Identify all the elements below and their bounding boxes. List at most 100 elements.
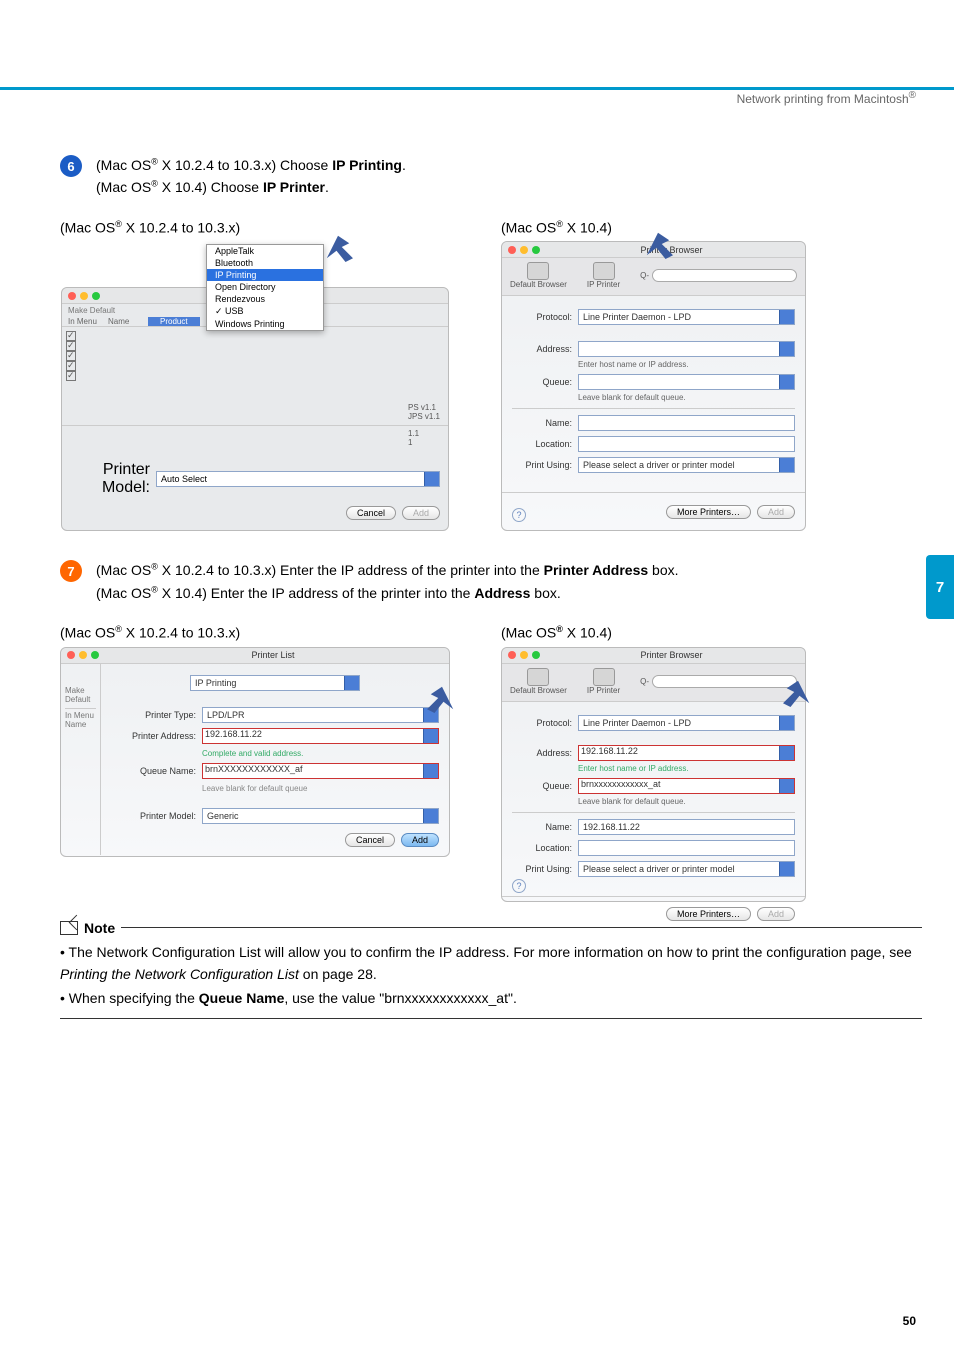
screenshot-4: Printer Browser Default Browser IP Print…: [501, 647, 806, 902]
queue-input[interactable]: [578, 374, 795, 390]
print-using-label: Print Using:: [512, 460, 572, 470]
address-input[interactable]: [578, 341, 795, 357]
close-icon[interactable]: [508, 246, 516, 254]
more-printers-button[interactable]: More Printers…: [666, 907, 751, 921]
address-input[interactable]: 192.168.11.22: [578, 745, 795, 761]
connection-type-menu[interactable]: AppleTalk Bluetooth IP Printing Open Dir…: [206, 244, 324, 331]
queue-hint: Leave blank for default queue: [202, 784, 439, 793]
note-icon: [60, 921, 78, 935]
window-title: Printer List: [103, 650, 443, 660]
cancel-button[interactable]: Cancel: [346, 506, 396, 520]
page-number: 50: [903, 1314, 916, 1328]
search-input[interactable]: [652, 269, 797, 282]
protocol-select[interactable]: Line Printer Daemon - LPD: [578, 309, 795, 325]
screenshot-3: Printer List Make Default In Menu Name I…: [60, 647, 450, 857]
step-7-body: (Mac OS® X 10.2.4 to 10.3.x) Enter the I…: [96, 559, 679, 604]
default-browser-button[interactable]: Default Browser: [510, 668, 567, 695]
queue-hint: Leave blank for default queue.: [578, 797, 795, 806]
minimize-icon[interactable]: [79, 651, 87, 659]
location-input[interactable]: [578, 436, 795, 452]
add-button[interactable]: Add: [401, 833, 439, 847]
close-icon[interactable]: [67, 651, 75, 659]
printer-model-select[interactable]: Generic: [202, 808, 439, 824]
printer-model-select[interactable]: Auto Select: [156, 471, 440, 487]
default-browser-button[interactable]: Default Browser: [510, 262, 567, 289]
screenshot-1: AppleTalk Bluetooth IP Printing Open Dir…: [60, 241, 450, 511]
print-using-label: Print Using:: [512, 864, 572, 874]
protocol-select[interactable]: Line Printer Daemon - LPD: [578, 715, 795, 731]
reg-mark: ®: [909, 90, 916, 101]
printer-type-select[interactable]: LPD/LPR: [202, 707, 439, 723]
zoom-icon[interactable]: [532, 246, 540, 254]
minimize-icon[interactable]: [80, 292, 88, 300]
queue-name-label: Queue Name:: [111, 766, 196, 776]
print-using-select[interactable]: Please select a driver or printer model: [578, 861, 795, 877]
queue-hint: Leave blank for default queue.: [578, 393, 795, 402]
queue-label: Queue:: [512, 377, 572, 387]
address-hint: Enter host name or IP address.: [578, 764, 795, 773]
menu-rendezvous[interactable]: Rendezvous: [207, 293, 323, 305]
search-input[interactable]: [652, 675, 797, 688]
more-printers-button[interactable]: More Printers…: [666, 505, 751, 519]
running-header: Network printing from Macintosh®: [0, 90, 954, 124]
printer-address-input[interactable]: 192.168.11.22: [202, 728, 439, 744]
zoom-icon[interactable]: [92, 292, 100, 300]
location-label: Location:: [512, 843, 572, 853]
chapter-tab: 7: [926, 555, 954, 619]
minimize-icon[interactable]: [520, 246, 528, 254]
step-7: 7 (Mac OS® X 10.2.4 to 10.3.x) Enter the…: [60, 559, 922, 604]
top-bar: [0, 0, 954, 90]
address-hint: Enter host name or IP address.: [578, 360, 795, 369]
menu-appletalk[interactable]: AppleTalk: [207, 245, 323, 257]
window-title: Printer Browser: [544, 650, 799, 660]
col-name: Name: [108, 317, 148, 326]
name-input[interactable]: 192.168.11.22: [578, 819, 795, 835]
protocol-label: Protocol:: [512, 312, 572, 322]
menu-windows-printing[interactable]: Windows Printing: [207, 318, 323, 330]
menu-ip-printing[interactable]: IP Printing: [207, 269, 323, 281]
name-input[interactable]: [578, 415, 795, 431]
close-icon[interactable]: [508, 651, 516, 659]
pointer-arrow-icon: [781, 677, 815, 707]
location-input[interactable]: [578, 840, 795, 856]
queue-name-input[interactable]: brnXXXXXXXXXXXX_af: [202, 763, 439, 779]
help-icon[interactable]: ?: [512, 879, 526, 893]
menu-usb[interactable]: USB: [207, 305, 323, 318]
pointer-arrow-icon: [641, 229, 675, 259]
note-list: The Network Configuration List will allo…: [60, 942, 922, 1010]
note-bottom-rule: [60, 1018, 922, 1019]
product-version-column: PS v1.1 JPS v1.1 1.1 1: [408, 403, 440, 447]
address-label: Address:: [512, 344, 572, 354]
queue-input[interactable]: brnxxxxxxxxxxxx_at: [578, 778, 795, 794]
step-6-body: (Mac OS® X 10.2.4 to 10.3.x) Choose IP P…: [96, 154, 406, 199]
add-button[interactable]: Add: [757, 907, 795, 921]
add-button[interactable]: Add: [402, 506, 440, 520]
print-using-select[interactable]: Please select a driver or printer model: [578, 457, 795, 473]
printer-model-label: Printer Model:: [111, 811, 196, 821]
pointer-arrow-icon: [321, 232, 355, 262]
minimize-icon[interactable]: [520, 651, 528, 659]
zoom-icon[interactable]: [91, 651, 99, 659]
screenshot-2: Printer Browser Default Browser IP Print…: [501, 241, 806, 531]
ip-printer-button[interactable]: IP Printer: [587, 262, 620, 289]
col-product: Product: [148, 317, 200, 326]
note-item-1: The Network Configuration List will allo…: [60, 942, 922, 985]
step-6-badge: 6: [60, 155, 82, 177]
cancel-button[interactable]: Cancel: [345, 833, 395, 847]
menu-open-directory[interactable]: Open Directory: [207, 281, 323, 293]
add-button[interactable]: Add: [757, 505, 795, 519]
close-icon[interactable]: [68, 292, 76, 300]
queue-label: Queue:: [512, 781, 572, 791]
connection-type-select[interactable]: IP Printing: [190, 675, 360, 691]
name-label: Name:: [512, 822, 572, 832]
note-title: Note: [84, 920, 115, 936]
printer-browser-toolbar: Default Browser IP Printer Q-: [502, 258, 805, 296]
step-6: 6 (Mac OS® X 10.2.4 to 10.3.x) Choose IP…: [60, 154, 922, 199]
menu-bluetooth[interactable]: Bluetooth: [207, 257, 323, 269]
printer-type-label: Printer Type:: [111, 710, 196, 720]
zoom-icon[interactable]: [532, 651, 540, 659]
pointer-arrow-icon: [425, 683, 459, 713]
location-label: Location:: [512, 439, 572, 449]
printer-model-label: Printer Model:: [70, 461, 150, 497]
ip-printer-button[interactable]: IP Printer: [587, 668, 620, 695]
